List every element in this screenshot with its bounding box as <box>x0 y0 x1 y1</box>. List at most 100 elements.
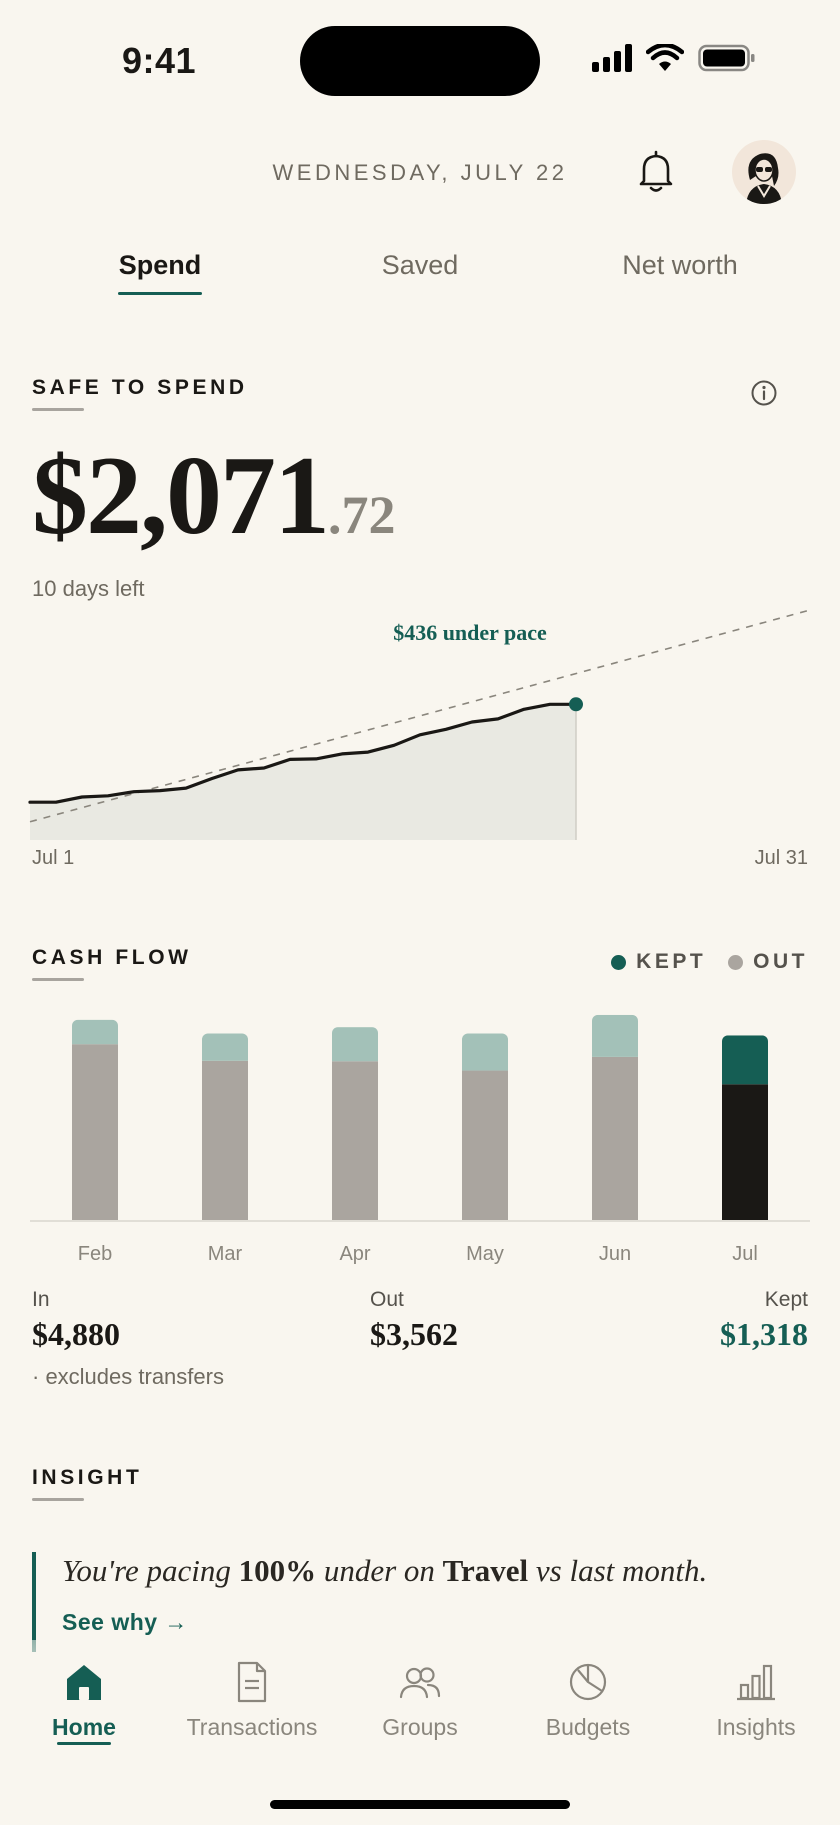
status-icons <box>592 44 756 72</box>
info-icon[interactable] <box>750 379 778 407</box>
bar-label-feb: Feb <box>78 1243 112 1265</box>
tab-net-worth[interactable]: Net worth <box>580 250 780 281</box>
legend-kept: KEPT <box>611 950 706 974</box>
legend-out-dot <box>728 954 744 970</box>
chart-end-label: Jul 31 <box>755 847 808 869</box>
bar-jun[interactable] <box>592 1014 638 1220</box>
chart-start-label: Jul 1 <box>32 847 74 869</box>
stat-in: In $4,880 <box>32 1288 120 1353</box>
bar-out-feb <box>72 1044 118 1220</box>
insight-card: You're pacing 100% under on Travel vs la… <box>32 1552 822 1652</box>
bar-out-jun <box>592 1056 638 1220</box>
cash-flow-legend: KEPT OUT <box>611 950 808 974</box>
nav-budgets-label: Budgets <box>545 1714 631 1740</box>
stat-in-label: In <box>32 1288 50 1311</box>
section-rule <box>32 1498 84 1501</box>
nav-home[interactable]: Home <box>0 1660 168 1741</box>
receipt-icon <box>237 1661 267 1703</box>
dynamic-island <box>300 26 540 96</box>
stat-kept-label: Kept <box>764 1288 808 1311</box>
avatar-illustration <box>746 153 782 204</box>
bar-mar[interactable] <box>202 1033 248 1220</box>
bar-jul[interactable] <box>722 1035 768 1220</box>
bar-label-jul: Jul <box>732 1243 758 1265</box>
pace-annotation: $436 under pace <box>393 620 547 645</box>
bar-out-may <box>462 1070 508 1220</box>
spend-pace-chart: $436 under pace Jul 1 Jul 31 <box>28 610 811 869</box>
bottom-nav: Home Transactions Groups Budgets Insight… <box>0 1640 840 1825</box>
section-rule <box>32 408 84 411</box>
nav-groups-label: Groups <box>382 1714 458 1740</box>
home-icon <box>67 1665 101 1700</box>
status-time: 9:41 <box>122 40 197 81</box>
stat-out-label: Out <box>370 1288 404 1311</box>
nav-transactions[interactable]: Transactions <box>168 1660 336 1741</box>
pie-icon <box>569 1663 607 1701</box>
cash-flow-label: CASH FLOW <box>32 946 192 969</box>
today-point <box>569 697 583 712</box>
tab-active-indicator <box>118 292 202 295</box>
cash-flow-footnote: · excludes transfers <box>32 1364 224 1389</box>
cellular-signal-icon <box>592 44 632 72</box>
bar-chart-icon <box>737 1664 775 1701</box>
nav-groups[interactable]: Groups <box>336 1660 504 1741</box>
bar-label-apr: Apr <box>339 1243 370 1265</box>
cash-flow-chart: Feb Mar Apr May Jun Jul <box>30 1014 810 1265</box>
bar-label-jun: Jun <box>599 1243 631 1265</box>
bar-kept-feb <box>72 1019 118 1045</box>
bell-icon[interactable] <box>636 150 676 194</box>
legend-kept-label: KEPT <box>636 950 707 973</box>
bar-out-mar <box>202 1060 248 1220</box>
stat-out-value: $3,562 <box>370 1316 458 1352</box>
section-rule <box>32 978 84 981</box>
tab-saved[interactable]: Saved <box>320 250 520 281</box>
header-date: WEDNESDAY, JULY 22 <box>272 160 568 185</box>
nav-transactions-label: Transactions <box>186 1714 318 1740</box>
people-icon <box>399 1667 441 1699</box>
amount-whole: $2,071 <box>32 434 330 558</box>
bar-kept-jul <box>722 1035 768 1085</box>
insight-mid: under on <box>316 1553 443 1588</box>
see-why-link[interactable]: See why → <box>62 1609 822 1636</box>
bar-feb[interactable] <box>72 1019 118 1220</box>
home-indicator <box>270 1800 570 1809</box>
nav-insights-label: Insights <box>716 1714 796 1740</box>
spend-area <box>30 704 576 840</box>
nav-budgets[interactable]: Budgets <box>504 1660 672 1741</box>
tab-spend[interactable]: Spend <box>60 250 260 281</box>
battery-icon <box>698 44 755 72</box>
insight-category: Travel <box>442 1553 529 1588</box>
bar-kept-jun <box>592 1014 638 1057</box>
stat-kept-value: $1,318 <box>720 1316 808 1352</box>
insight-suffix: vs last month. <box>528 1553 708 1588</box>
days-left: 10 days left <box>32 576 145 601</box>
bar-kept-mar <box>202 1033 248 1061</box>
nav-active-indicator <box>57 1742 111 1745</box>
bar-kept-may <box>462 1033 508 1071</box>
insight-label: INSIGHT <box>32 1466 143 1489</box>
wifi-icon <box>646 44 684 71</box>
bar-may[interactable] <box>462 1033 508 1220</box>
insight-text: You're pacing 100% under on Travel vs la… <box>62 1552 822 1589</box>
nav-insights[interactable]: Insights <box>672 1660 840 1741</box>
stat-kept: Kept $1,318 <box>720 1288 808 1353</box>
legend-out: OUT <box>728 950 808 974</box>
legend-out-label: OUT <box>753 950 808 973</box>
bar-label-mar: Mar <box>208 1243 243 1265</box>
bar-kept-apr <box>332 1027 378 1062</box>
bar-out-apr <box>332 1061 378 1220</box>
safe-to-spend-amount: $2,071.72 <box>32 440 396 552</box>
stat-in-value: $4,880 <box>32 1316 120 1352</box>
bar-apr[interactable] <box>332 1027 378 1220</box>
bar-label-may: May <box>466 1243 504 1265</box>
insight-percent: 100% <box>238 1553 317 1588</box>
view-tabs: Spend Saved Net worth <box>0 250 840 300</box>
amount-cents: .72 <box>328 485 396 545</box>
bar-out-jul <box>722 1084 768 1220</box>
insight-prefix: You're pacing <box>62 1553 239 1588</box>
avatar[interactable] <box>732 140 796 204</box>
nav-home-label: Home <box>52 1714 116 1740</box>
safe-to-spend-label: SAFE TO SPEND <box>32 376 248 399</box>
legend-kept-dot <box>611 954 627 970</box>
stat-out: Out $3,562 <box>370 1288 458 1353</box>
